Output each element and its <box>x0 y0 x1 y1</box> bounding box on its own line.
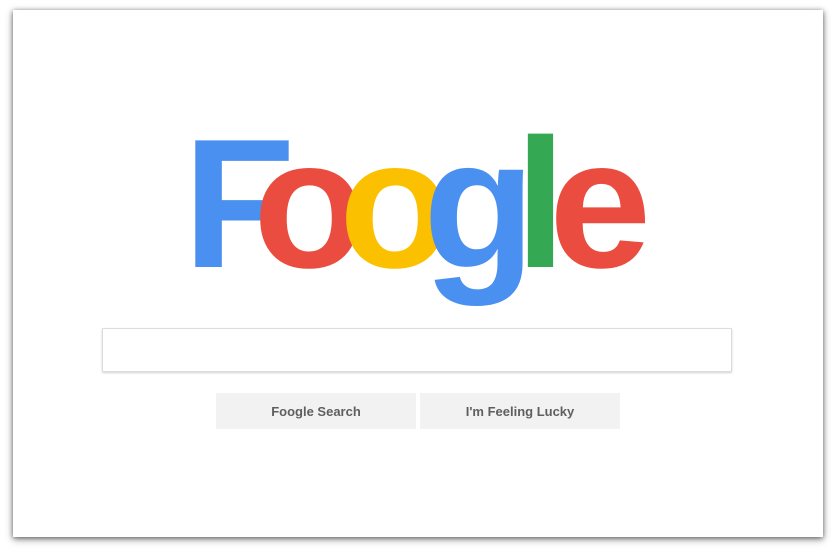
feeling-lucky-button-label: I'm Feeling Lucky <box>465 403 575 419</box>
foogle-search-button[interactable]: Foogle Search <box>216 393 416 429</box>
search-box[interactable] <box>102 328 732 372</box>
logo-letter-e: e <box>549 100 651 306</box>
browser-window: F o o g l e Foogle Search I'm Feeling Lu… <box>13 10 823 537</box>
foogle-search-button-label: Foogle Search <box>271 403 361 419</box>
feeling-lucky-button[interactable]: I'm Feeling Lucky <box>420 393 620 429</box>
foogle-logo: F o o g l e <box>13 10 823 310</box>
search-input[interactable] <box>103 329 731 371</box>
